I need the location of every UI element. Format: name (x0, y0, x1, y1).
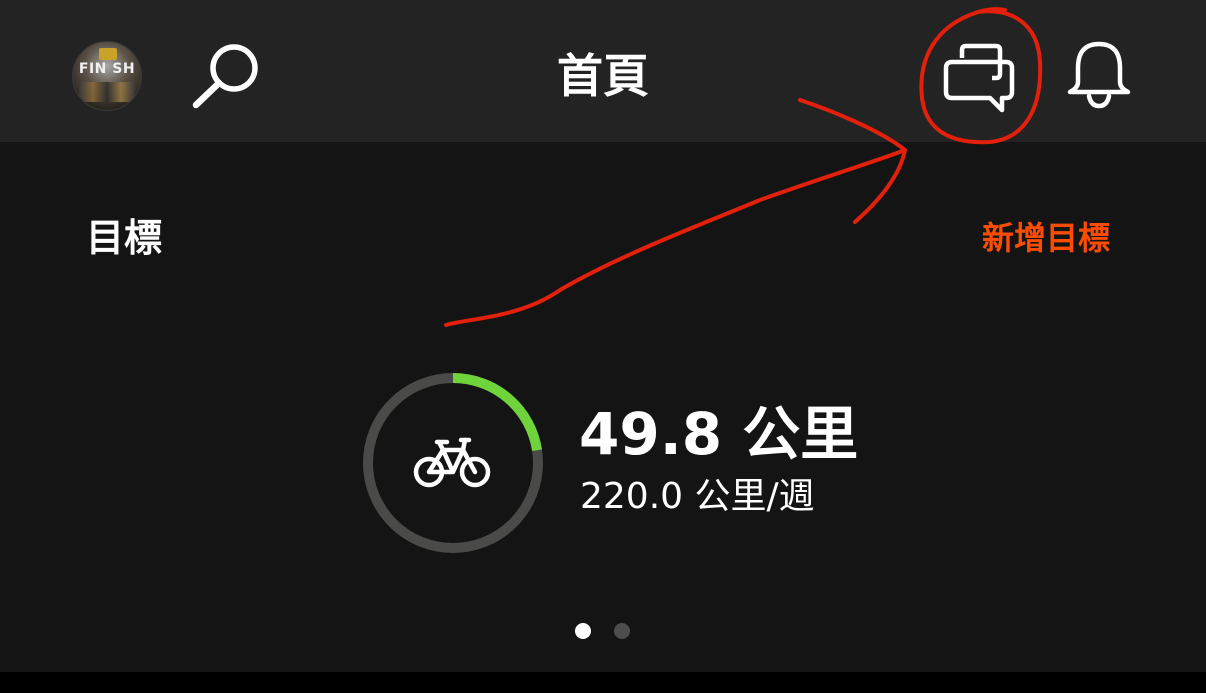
goal-distance: 49.8 公里 (579, 400, 859, 468)
goals-heading: 目標 (86, 216, 163, 260)
profile-avatar[interactable]: FIN SH (72, 41, 142, 111)
avatar-text: FIN SH (78, 61, 136, 77)
page-title: 首頁 (557, 49, 649, 103)
chat-icon[interactable] (940, 42, 1018, 114)
pager-dot-2[interactable] (614, 623, 630, 639)
avatar-photo-strip (79, 82, 135, 102)
search-icon[interactable] (188, 38, 266, 112)
avatar-badge (99, 48, 117, 60)
bottom-edge (0, 672, 1206, 693)
add-goal-button[interactable]: 新增目標 (982, 218, 1110, 258)
bell-icon[interactable] (1064, 38, 1134, 110)
pager-dot-1[interactable] (575, 623, 591, 639)
bike-icon (413, 437, 491, 488)
top-bar: FIN SH 首頁 (0, 0, 1206, 142)
goal-target: 220.0 公里/週 (580, 476, 815, 517)
